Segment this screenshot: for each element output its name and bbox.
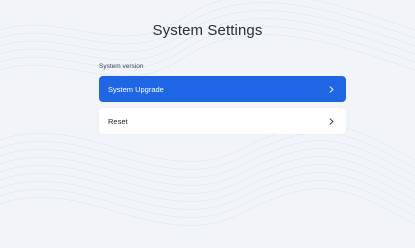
reset-item[interactable]: Reset [99, 108, 346, 134]
page-title: System Settings [152, 22, 263, 39]
system-upgrade-label: System Upgrade [108, 84, 164, 94]
chevron-right-icon [329, 85, 334, 93]
system-upgrade-item[interactable]: System Upgrade [99, 76, 346, 102]
reset-label: Reset [108, 116, 128, 126]
section-label: System version [99, 63, 144, 70]
chevron-right-icon [329, 117, 334, 125]
